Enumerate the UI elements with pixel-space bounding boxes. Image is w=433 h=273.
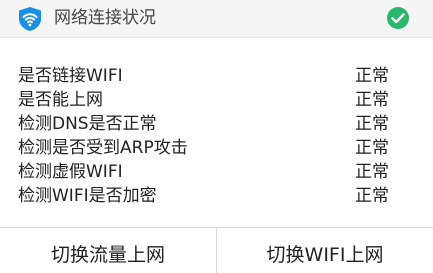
switch-mobile-data-button[interactable]: 切换流量上网 [0, 228, 217, 273]
check-status: 正常 [355, 90, 389, 110]
check-list: 是否链接WIFI 正常 是否能上网 正常 检测DNS是否正常 正常 检测是否受到… [0, 64, 433, 208]
check-label: 检测WIFI是否加密 [18, 186, 157, 206]
check-circle-icon [387, 7, 409, 29]
list-item: 检测虚假WIFI 正常 [0, 160, 433, 184]
check-label: 是否能上网 [18, 90, 103, 110]
list-item: 检测DNS是否正常 正常 [0, 112, 433, 136]
list-item: 检测是否受到ARP攻击 正常 [0, 136, 433, 160]
check-label: 是否链接WIFI [18, 66, 123, 86]
list-item: 检测WIFI是否加密 正常 [0, 184, 433, 208]
list-item: 是否能上网 正常 [0, 88, 433, 112]
check-status: 正常 [355, 114, 389, 134]
dialog-title: 网络连接状况 [54, 8, 156, 28]
check-status: 正常 [355, 186, 389, 206]
check-label: 检测DNS是否正常 [18, 114, 157, 134]
network-status-dialog: 网络连接状况 是否链接WIFI 正常 是否能上网 正常 检测DNS是否正常 正常… [0, 0, 433, 273]
dialog-footer: 切换流量上网 切换WIFI上网 [0, 227, 433, 273]
list-item: 是否链接WIFI 正常 [0, 64, 433, 88]
check-status: 正常 [355, 162, 389, 182]
check-label: 检测是否受到ARP攻击 [18, 138, 188, 158]
wifi-shield-icon [19, 7, 41, 31]
switch-wifi-button[interactable]: 切换WIFI上网 [217, 228, 433, 273]
check-status: 正常 [355, 66, 389, 86]
dialog-header: 网络连接状况 [0, 0, 433, 38]
check-label: 检测虚假WIFI [18, 162, 123, 182]
check-status: 正常 [355, 138, 389, 158]
